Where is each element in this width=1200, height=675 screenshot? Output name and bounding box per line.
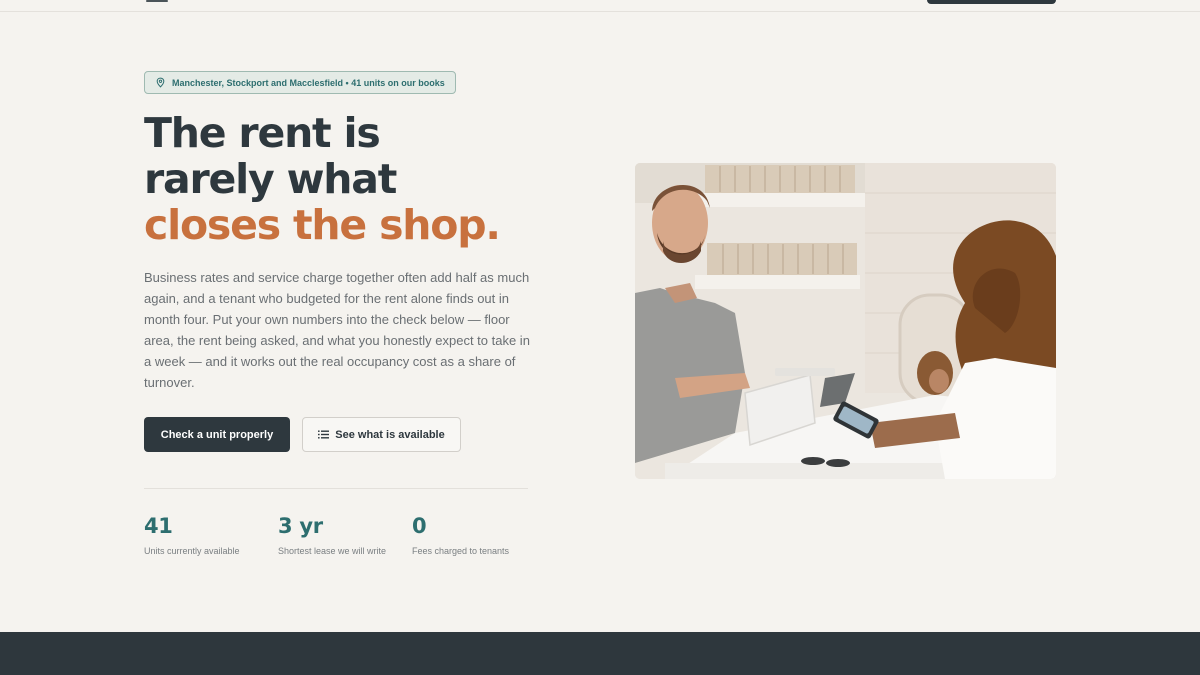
stat-value: 41 <box>144 514 173 538</box>
location-badge-text: Manchester, Stockport and Macclesfield •… <box>172 77 445 88</box>
headline-line-2: rarely what <box>144 155 397 203</box>
lead-paragraph: Business rates and service charge togeth… <box>144 270 530 390</box>
stats-divider <box>144 488 528 489</box>
see-available-button-label: See what is available <box>335 428 445 441</box>
headline-accent: closes the shop. <box>144 201 501 249</box>
stat-shortest-lease: 3 yr Shortest lease we will write <box>278 513 388 558</box>
check-unit-button[interactable]: Check a unit properly <box>144 417 290 452</box>
stat-label: Shortest lease we will write <box>278 546 387 556</box>
top-navigation-bar <box>0 0 1200 12</box>
stat-value: 3 yr <box>278 514 323 538</box>
see-available-button[interactable]: See what is available <box>302 417 461 452</box>
stat-label: Fees charged to tenants <box>412 546 510 556</box>
map-pin-icon <box>156 77 165 88</box>
location-badge: Manchester, Stockport and Macclesfield •… <box>144 71 456 94</box>
stat-units-available: 41 Units currently available <box>144 513 264 558</box>
shop-counter-illustration <box>635 163 1056 479</box>
stat-label: Units currently available <box>144 546 240 556</box>
nav-cta-button[interactable] <box>927 0 1056 4</box>
stat-value: 0 <box>412 514 427 538</box>
check-unit-button-label: Check a unit properly <box>160 428 274 441</box>
footer-band <box>0 632 1200 675</box>
shop-counter-photo <box>635 163 1056 479</box>
stat-tenant-fees: 0 Fees charged to tenants <box>412 513 532 558</box>
page-headline: The rent is rarely what closes the shop. <box>144 110 584 248</box>
headline-line-1: The rent is <box>144 109 381 157</box>
menu-icon[interactable] <box>146 0 168 2</box>
list-icon <box>318 430 330 439</box>
